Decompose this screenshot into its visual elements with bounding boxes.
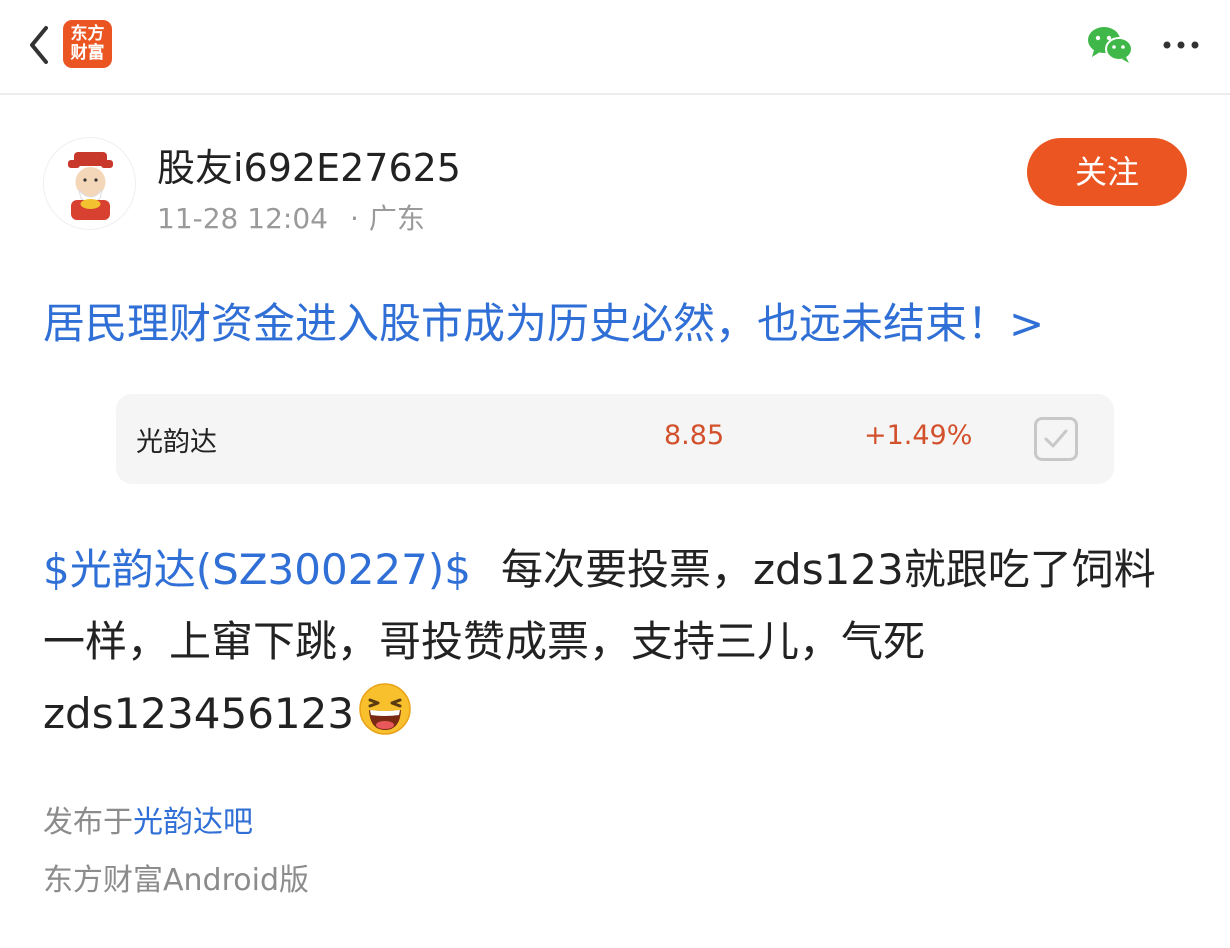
stock-name: 光韵达 [136,427,217,458]
stock-tag-link[interactable]: $光韵达(SZ300227)$ [43,545,471,594]
stock-bar-link[interactable]: 光韵达吧 [133,805,253,840]
post-meta: 11-28 12:04 · 广东 [157,197,425,237]
author-avatar[interactable] [43,137,136,230]
laughing-emoji-icon [358,682,412,736]
app-logo: 东方 财富 [63,20,112,68]
headline-link[interactable]: 居民理财资金进入股市成为历史必然，也远未结束！> [43,290,1203,351]
post-body: $光韵达(SZ300227)$ 每次要投票，zds123就跟吃了饲料一样，上窜下跳… [43,534,1193,750]
author-name[interactable]: 股友i692E27625 [157,137,461,192]
publish-prefix: 发布于 [43,805,133,840]
stock-change: +1.49% [864,420,973,451]
published-in: 发布于光韵达吧 [43,797,253,841]
meta-separator: · [349,202,359,235]
post-time: 11-28 12:04 [157,202,328,235]
wechat-share-icon[interactable] [1086,24,1134,64]
logo-text-line2: 财富 [70,43,105,63]
stock-price: 8.85 [664,420,725,451]
post-source: 东方财富Android版 [43,863,309,898]
add-to-watchlist-checkbox-icon[interactable] [1034,417,1078,461]
logo-text-line1: 东方 [70,24,105,44]
more-options-icon[interactable] [1160,30,1202,60]
post-location: 广东 [368,202,425,235]
top-nav-bar: 东方 财富 [0,0,1230,95]
back-icon[interactable] [22,20,58,70]
stock-quote-card[interactable]: 光韵达 8.85 +1.49% [116,394,1114,484]
follow-button[interactable]: 关注 [1027,138,1187,206]
